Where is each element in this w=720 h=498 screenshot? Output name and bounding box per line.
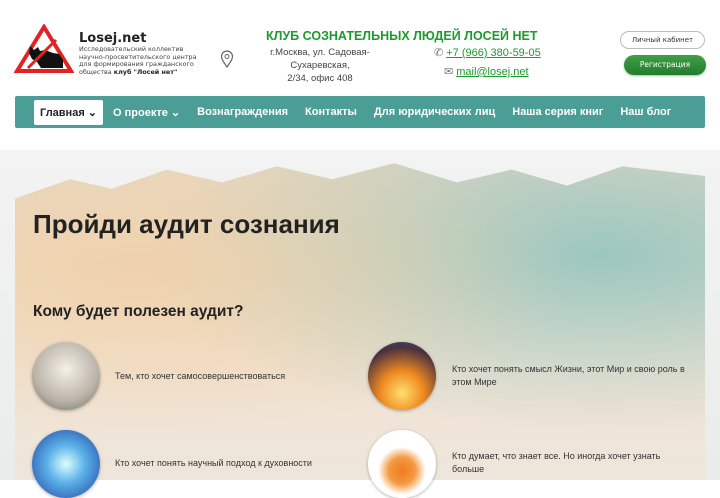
page-title: Пройди аудит сознания — [33, 209, 340, 239]
envelope-icon: ✉ — [444, 66, 454, 78]
phone-link[interactable]: +7 (966) 380-59-05 — [446, 47, 540, 59]
main-nav: Главная ⌄ О проекте ⌄ Вознаграждения Кон… — [15, 96, 705, 128]
nav-legal[interactable]: Для юридических лиц — [374, 106, 495, 118]
address: г.Москва, ул. Садовая-Сухаревская, 2/34, … — [244, 46, 396, 85]
club-title: КЛУБ СОЗНАТЕЛЬНЫХ ЛЮДЕЙ ЛОСЕЙ НЕТ — [266, 29, 538, 43]
audience-item-text: Кто хочет понять научный подход к духовн… — [115, 458, 312, 468]
brand-name[interactable]: Losej.net — [79, 31, 146, 46]
address-line-1: г.Москва, ул. Садовая-Сухаревская, — [270, 47, 370, 71]
sunset-couple-image — [368, 342, 436, 410]
email-link[interactable]: mail@losej.net — [456, 66, 528, 78]
spiritual-image — [32, 430, 100, 498]
nav-books[interactable]: Наша серия книг — [512, 106, 603, 118]
audience-item-text: Кто думает, что знает все. Но иногда хоч… — [452, 451, 661, 474]
audience-item-text: Кто хочет понять смысл Жизни, этот Мир и… — [452, 364, 685, 387]
nav-about[interactable]: О проекте ⌄ — [113, 106, 180, 119]
section-subtitle: Кому будет полезен аудит? — [33, 303, 244, 320]
location-pin-icon — [220, 50, 234, 68]
nav-blog[interactable]: Наш блог — [620, 106, 671, 118]
nav-rewards[interactable]: Вознаграждения — [197, 106, 288, 118]
brand-tagline: Исследовательский коллектив научно-просв… — [79, 45, 204, 76]
tagline-bold: клуб "Лосей нет" — [113, 67, 178, 76]
meditation-image — [32, 342, 100, 410]
owl-image — [368, 430, 436, 498]
moose-logo[interactable] — [14, 24, 74, 74]
audience-item-text: Тем, кто хочет самосовершенствоваться — [115, 371, 286, 381]
nav-home[interactable]: Главная ⌄ — [34, 99, 104, 125]
nav-contacts[interactable]: Контакты — [305, 106, 357, 118]
phone-icon: ✆ — [434, 47, 444, 59]
register-button[interactable]: Регистрация — [624, 55, 706, 75]
email: ✉ mail@losej.net — [444, 65, 529, 78]
personal-cabinet-button[interactable]: Личный кабинет — [620, 31, 705, 49]
address-line-2: 2/34, офис 408 — [287, 73, 353, 84]
phone: ✆ +7 (966) 380-59-05 — [434, 46, 541, 59]
